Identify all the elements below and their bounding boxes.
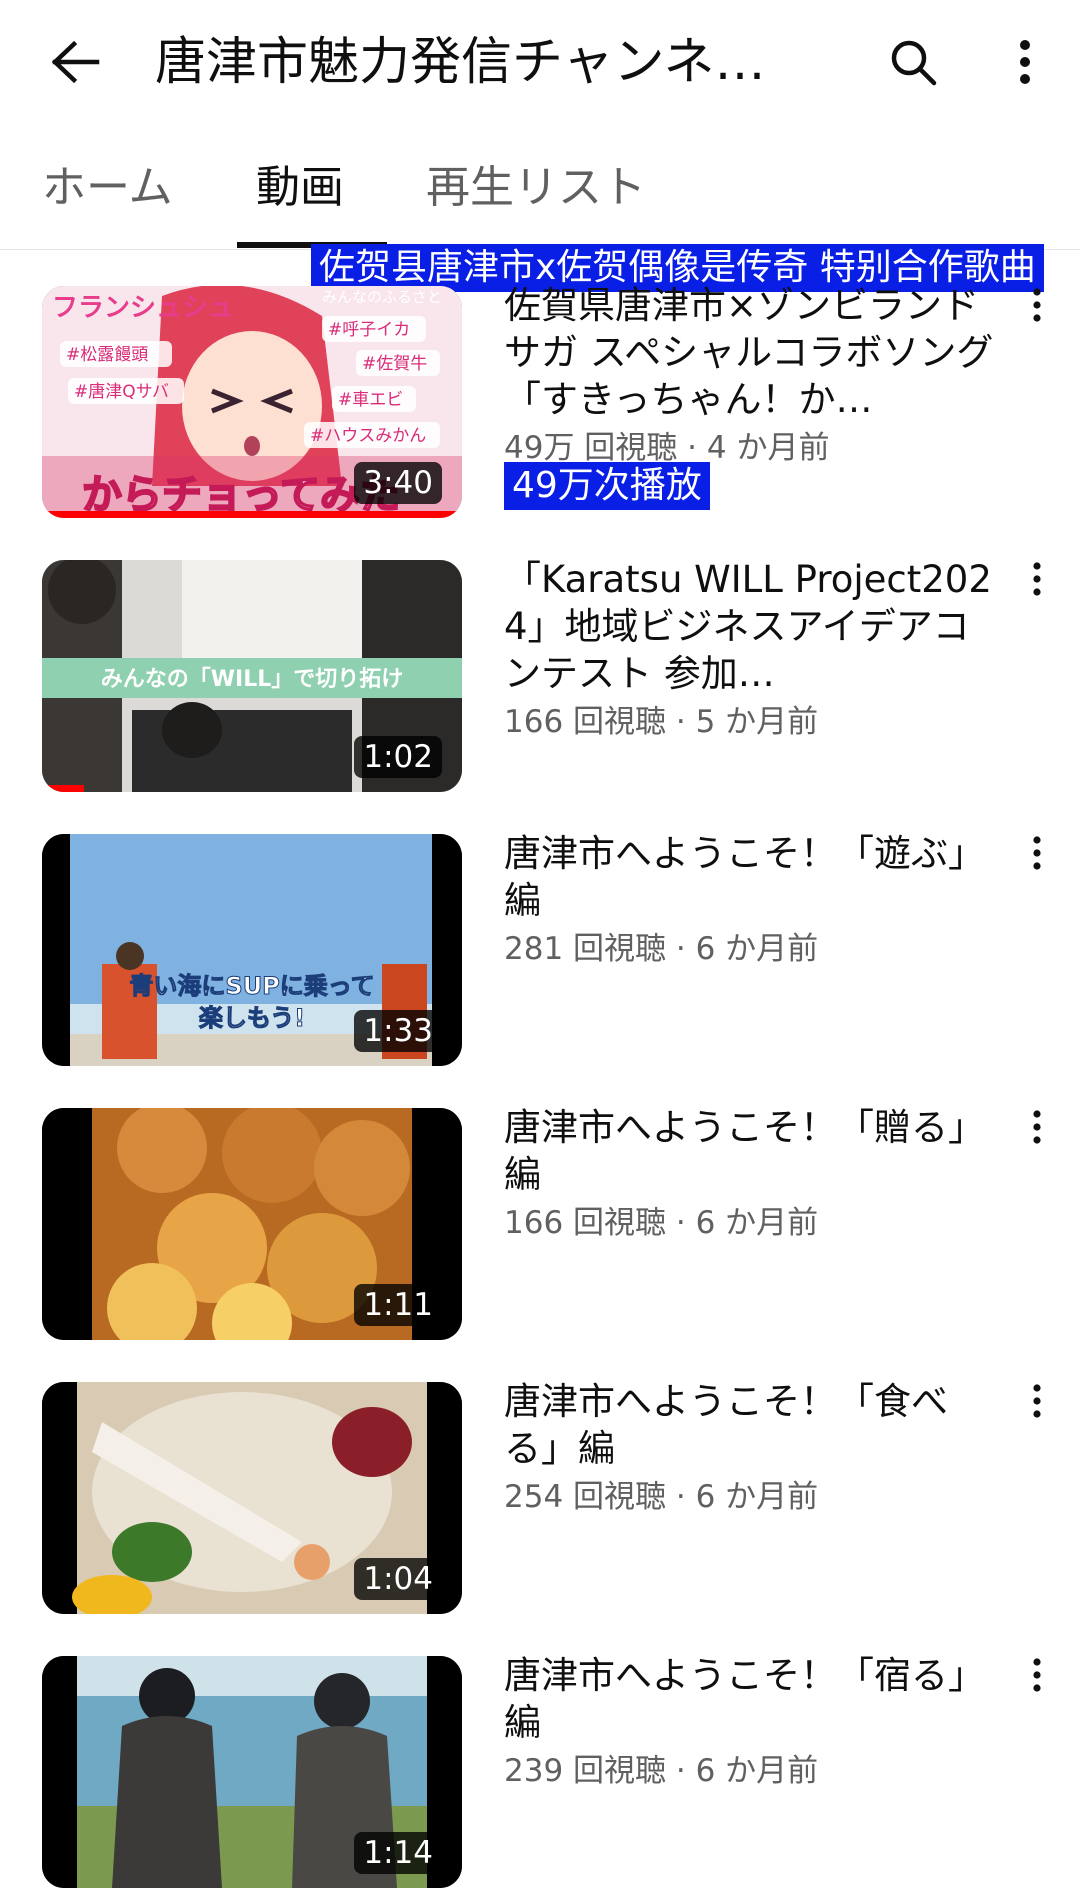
video-item[interactable]: 青い海にSUPに乗って 楽しもう! 1:33 唐津市へようこそ！「遊ぶ」編 28… bbox=[0, 832, 1080, 1066]
video-item[interactable]: 1:14 唐津市へようこそ！「宿る」編 239 回視聴 · 6 か月前 bbox=[0, 1654, 1080, 1888]
more-vert-icon[interactable] bbox=[1012, 1110, 1062, 1160]
app-bar: 唐津市魅力発信チャンネル【唐津市公式】 bbox=[0, 0, 1080, 130]
more-vert-icon[interactable] bbox=[1012, 1658, 1062, 1708]
thumb-text: #ハウスみかん bbox=[310, 426, 426, 446]
video-meta: 唐津市へようこそ！「宿る」編 239 回視聴 · 6 か月前 bbox=[504, 1652, 994, 1794]
video-item[interactable]: 1:04 唐津市へようこそ！「食べる」編 254 回視聴 · 6 か月前 bbox=[0, 1380, 1080, 1614]
thumb-text: 楽しもう! bbox=[199, 1004, 305, 1032]
watch-progress-bar bbox=[42, 511, 462, 518]
tab-home[interactable]: ホーム bbox=[42, 158, 173, 218]
channel-title: 唐津市魅力発信チャンネル【唐津市公式】 bbox=[155, 33, 795, 92]
tab-playlists[interactable]: 再生リスト bbox=[426, 158, 646, 218]
thumb-text: みんなのふるさと bbox=[322, 288, 442, 306]
video-thumbnail[interactable]: 1:04 bbox=[42, 1382, 462, 1614]
more-vert-icon[interactable] bbox=[1012, 836, 1062, 886]
thumb-text: 青い海にSUPに乗って bbox=[129, 972, 374, 1000]
more-vert-icon[interactable] bbox=[1012, 1384, 1062, 1434]
thumb-text: #佐賀牛 bbox=[362, 354, 427, 374]
video-title[interactable]: 唐津市へようこそ！「遊ぶ」編 bbox=[504, 830, 994, 924]
duration-badge: 1:33 bbox=[354, 1010, 442, 1052]
tab-videos[interactable]: 動画 bbox=[256, 158, 344, 218]
more-vert-icon[interactable] bbox=[1012, 562, 1062, 612]
thumb-text: #呼子イカ bbox=[328, 320, 410, 340]
back-arrow-icon[interactable] bbox=[40, 27, 110, 97]
video-title[interactable]: 唐津市へようこそ！「宿る」編 bbox=[504, 1652, 994, 1746]
more-vert-icon[interactable] bbox=[1012, 288, 1062, 338]
video-item[interactable]: フランシュシュ #松露饅頭 #唐津Qサバ #呼子イカ #佐賀牛 #車エビ #ハウ… bbox=[0, 284, 1080, 518]
video-stats: 281 回視聴 · 6 か月前 bbox=[504, 931, 819, 967]
video-stats: 166 回視聴 · 5 か月前 bbox=[504, 704, 819, 740]
video-item[interactable]: 1:11 唐津市へようこそ！「贈る」編 166 回視聴 · 6 か月前 bbox=[0, 1106, 1080, 1340]
video-meta: 唐津市へようこそ！「食べる」編 254 回視聴 · 6 か月前 bbox=[504, 1378, 994, 1520]
thumb-text: #車エビ bbox=[338, 390, 403, 410]
video-thumbnail[interactable]: みんなの「WILL」で切り拓け 1:02 bbox=[42, 560, 462, 792]
duration-badge: 1:02 bbox=[354, 736, 442, 778]
video-title[interactable]: 佐賀県唐津市×ゾンビランドサガ スペシャルコラボソング「すきっちゃん！か… bbox=[504, 282, 994, 423]
duration-badge: 1:14 bbox=[354, 1832, 442, 1874]
thumb-text: #松露饅頭 bbox=[66, 345, 148, 365]
video-thumbnail[interactable]: 1:11 bbox=[42, 1108, 462, 1340]
video-item[interactable]: みんなの「WILL」で切り拓け 1:02 「Karatsu WILL Proje… bbox=[0, 558, 1080, 792]
video-meta: 唐津市へようこそ！「贈る」編 166 回視聴 · 6 か月前 bbox=[504, 1104, 994, 1246]
video-stats: 166 回視聴 · 6 か月前 bbox=[504, 1205, 819, 1241]
thumb-text: みんなの「WILL」で切り拓け bbox=[101, 667, 404, 692]
duration-badge: 1:11 bbox=[354, 1284, 442, 1326]
duration-badge: 1:04 bbox=[354, 1558, 442, 1600]
video-thumbnail[interactable]: フランシュシュ #松露饅頭 #唐津Qサバ #呼子イカ #佐賀牛 #車エビ #ハウ… bbox=[42, 286, 462, 518]
video-stats: 239 回視聴 · 6 か月前 bbox=[504, 1753, 819, 1789]
video-meta: 佐賀県唐津市×ゾンビランドサガ スペシャルコラボソング「すきっちゃん！か… 49… bbox=[504, 282, 994, 471]
video-stats: 254 回視聴 · 6 か月前 bbox=[504, 1479, 819, 1515]
video-title[interactable]: 唐津市へようこそ！「食べる」編 bbox=[504, 1378, 994, 1472]
video-thumbnail[interactable]: 青い海にSUPに乗って 楽しもう! 1:33 bbox=[42, 834, 462, 1066]
video-title[interactable]: 「Karatsu WILL Project2024」地域ビジネスアイデアコンテス… bbox=[504, 556, 994, 697]
video-stats: 49万 回視聴 · 4 か月前 bbox=[504, 430, 830, 466]
duration-badge: 3:40 bbox=[354, 462, 442, 504]
channel-tabs: ホーム 動画 再生リスト bbox=[0, 140, 1080, 250]
video-title[interactable]: 唐津市へようこそ！「贈る」編 bbox=[504, 1104, 994, 1198]
thumb-text: #唐津Qサバ bbox=[74, 381, 169, 402]
video-meta: 唐津市へようこそ！「遊ぶ」編 281 回視聴 · 6 か月前 bbox=[504, 830, 994, 972]
video-thumbnail[interactable]: 1:14 bbox=[42, 1656, 462, 1888]
more-vert-icon[interactable] bbox=[990, 27, 1060, 97]
video-meta: 「Karatsu WILL Project2024」地域ビジネスアイデアコンテス… bbox=[504, 556, 994, 745]
watch-progress-bar bbox=[42, 785, 84, 792]
search-icon[interactable] bbox=[878, 27, 948, 97]
thumb-text: フランシュシュ bbox=[52, 293, 234, 323]
